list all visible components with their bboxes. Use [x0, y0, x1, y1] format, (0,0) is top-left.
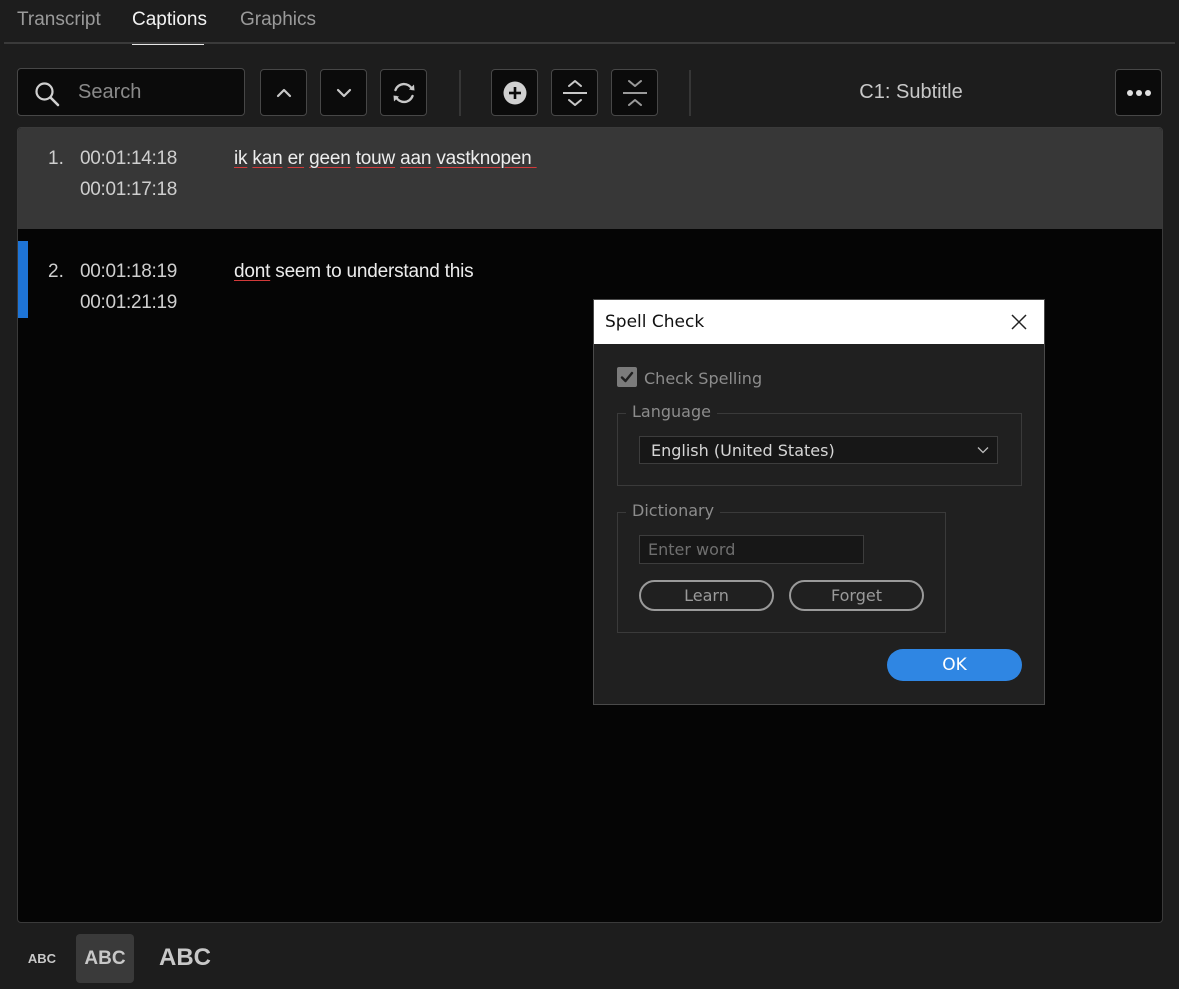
language-select[interactable]: English (United States)	[639, 436, 998, 464]
more-icon	[1126, 89, 1151, 96]
text-size-large-button[interactable]: ABC	[156, 938, 214, 978]
caption-number: 2.	[48, 261, 64, 282]
misspelled-trailing-space	[532, 148, 537, 169]
ok-button[interactable]: OK	[887, 649, 1022, 681]
language-group-label: Language	[626, 402, 717, 421]
dictionary-group-label: Dictionary	[626, 501, 721, 520]
chevron-down-icon	[977, 447, 989, 454]
search-input[interactable]	[78, 78, 238, 106]
text-size-medium-button[interactable]: ABC	[76, 934, 134, 983]
misspelled-word[interactable]: geen	[309, 148, 351, 169]
caption-number: 1.	[48, 148, 64, 169]
caption-text[interactable]: ik kan er geen touw aan vastknopen	[234, 148, 537, 170]
caption-row[interactable]: 1. 00:01:14:18 00:01:17:18 ik kan er gee…	[18, 128, 1162, 229]
tab-captions[interactable]: Captions	[132, 9, 207, 31]
search-icon	[35, 82, 60, 107]
chevron-up-icon	[276, 88, 291, 97]
misspelled-word[interactable]: er	[288, 148, 305, 169]
panel-tab-bar: Transcript Captions Graphics	[0, 0, 1179, 45]
caption-time-out[interactable]: 00:01:21:19	[80, 292, 177, 314]
caption-text[interactable]: dont seem to understand this	[234, 261, 474, 283]
previous-caption-button[interactable]	[260, 69, 307, 116]
spell-check-dialog: Spell Check Check Spelling Language Engl…	[593, 299, 1045, 705]
text-size-small-button[interactable]: ABC	[22, 942, 62, 974]
tab-bar-divider	[4, 42, 1175, 44]
toolbar-divider	[459, 70, 461, 116]
caption-track-label[interactable]: C1: Subtitle	[830, 81, 992, 104]
caption-time-in[interactable]: 00:01:18:19	[80, 261, 177, 283]
caption-text-rest: seem to understand this	[270, 261, 474, 282]
split-caption-button[interactable]	[551, 69, 598, 116]
learn-button[interactable]: Learn	[639, 580, 774, 611]
word-input[interactable]	[639, 535, 864, 564]
checkmark-icon	[620, 371, 634, 383]
merge-caption-button[interactable]	[611, 69, 658, 116]
check-spelling-label: Check Spelling	[644, 369, 763, 388]
tab-graphics[interactable]: Graphics	[240, 9, 316, 31]
language-group: Language English (United States)	[617, 402, 1022, 486]
misspelled-word[interactable]: vastknopen	[436, 148, 531, 169]
caption-time-in[interactable]: 00:01:14:18	[80, 148, 177, 170]
close-icon	[1011, 314, 1027, 330]
caption-time-out[interactable]: 00:01:17:18	[80, 179, 177, 201]
add-caption-icon	[503, 81, 526, 104]
dialog-title: Spell Check	[605, 312, 705, 332]
next-caption-button[interactable]	[320, 69, 367, 116]
misspelled-word[interactable]: touw	[356, 148, 396, 169]
check-spelling-checkbox[interactable]	[617, 367, 637, 387]
misspelled-word[interactable]: ik	[234, 148, 248, 169]
add-caption-button[interactable]	[491, 69, 538, 116]
refresh-icon	[393, 82, 414, 103]
refresh-button[interactable]	[380, 69, 427, 116]
language-select-value: English (United States)	[651, 441, 835, 460]
chevron-down-icon	[336, 88, 351, 97]
misspelled-word[interactable]: kan	[252, 148, 282, 169]
dialog-titlebar: Spell Check	[594, 300, 1044, 344]
forget-button[interactable]: Forget	[789, 580, 924, 611]
current-caption-marker	[18, 241, 28, 318]
merge-caption-icon	[622, 79, 647, 106]
close-button[interactable]	[1002, 306, 1036, 338]
misspelled-word[interactable]: aan	[400, 148, 431, 169]
tab-transcript[interactable]: Transcript	[17, 9, 101, 31]
misspelled-word[interactable]: dont	[234, 261, 270, 282]
more-options-button[interactable]	[1115, 69, 1162, 116]
search-box[interactable]	[17, 68, 245, 116]
toolbar-divider	[689, 70, 691, 116]
dictionary-group: Dictionary Learn Forget	[617, 501, 946, 633]
split-caption-icon	[562, 79, 587, 106]
